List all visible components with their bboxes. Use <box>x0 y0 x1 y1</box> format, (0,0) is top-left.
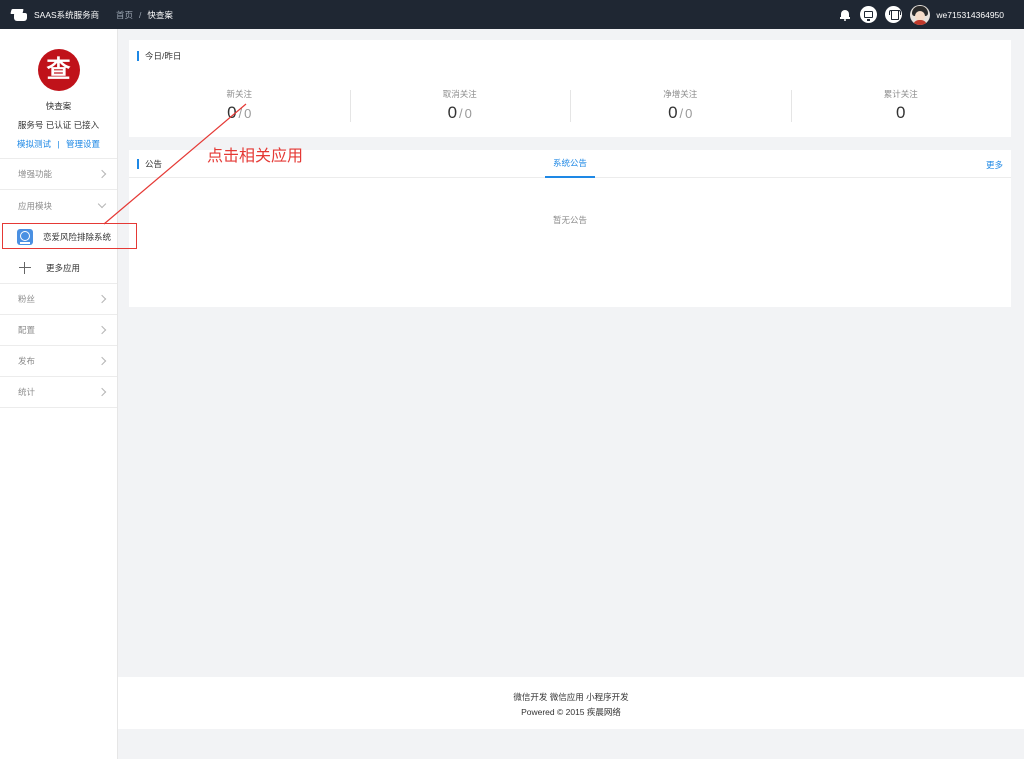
sidebar-more-apps[interactable]: 更多应用 <box>0 252 117 283</box>
stat-label: 累计关注 <box>883 89 918 99</box>
sidebar-item-config[interactable]: 配置 <box>0 315 117 346</box>
stat-unfollow: 取消关注 0/0 <box>349 88 571 132</box>
notice-empty-text: 暂无公告 <box>552 215 587 225</box>
chevron-right-icon <box>97 325 107 335</box>
stat-yesterday: 0 <box>244 106 252 121</box>
stats-card-title: 今日/昨日 <box>137 51 181 61</box>
sidebar-more-apps-label: 更多应用 <box>46 262 81 273</box>
sidebar-item-enhance[interactable]: 增强功能 <box>0 159 117 190</box>
stats-row: 新关注 0/0 取消关注 0/0 净增关注 0/0 累计关注 0 <box>129 88 1011 132</box>
stat-yesterday: 0 <box>685 106 693 121</box>
account-logo: 查 <box>37 49 80 91</box>
breadcrumb-current: 快查案 <box>147 9 173 20</box>
stat-value: 0/0 <box>350 103 571 124</box>
annotation-text: 点击相关应用 <box>207 146 304 165</box>
top-header: SAAS系统服务商 首页 / 快查案 we715314364950 <box>0 0 1024 29</box>
sidebar-item-label: 应用模块 <box>18 200 53 211</box>
stat-new-follow: 新关注 0/0 <box>129 88 350 132</box>
bell-icon[interactable] <box>839 9 851 21</box>
manage-settings-link[interactable]: 管理设置 <box>66 139 100 149</box>
account-status: 服务号 已认证 已接入 <box>17 120 100 130</box>
sidebar-item-label: 增强功能 <box>18 169 53 179</box>
stat-slash: / <box>459 106 463 121</box>
stat-value: 0 <box>791 103 1012 123</box>
stat-today: 0 <box>227 103 237 122</box>
sidebar-item-fans[interactable]: 粉丝 <box>0 284 117 315</box>
avatar[interactable] <box>910 4 931 25</box>
sidebar-item-modules[interactable]: 应用模块 <box>0 190 117 221</box>
stat-value: 0/0 <box>129 103 350 124</box>
account-name: 快查案 <box>45 101 72 111</box>
stat-slash: / <box>238 106 243 121</box>
monitor-button[interactable] <box>860 6 878 23</box>
annotation-highlight-box <box>2 223 137 249</box>
username[interactable]: we715314364950 <box>936 10 1004 20</box>
footer-links[interactable]: 微信开发 微信应用 小程序开发 <box>118 691 1024 703</box>
stat-value: 0/0 <box>570 103 791 124</box>
stat-slash: / <box>679 106 684 121</box>
sidebar-item-label: 配置 <box>18 325 36 335</box>
monitor-icon <box>864 11 874 21</box>
footer-copyright: Powered © 2015 疾晨网络 <box>521 707 621 717</box>
stat-today: 0 <box>668 103 678 122</box>
stats-card: 今日/昨日 新关注 0/0 取消关注 0/0 净增关注 0/0 累计关注 0 <box>129 40 1011 137</box>
plus-icon <box>19 261 31 274</box>
stat-label: 取消关注 <box>442 89 477 99</box>
notice-card-title: 公告 <box>137 159 162 169</box>
link-divider: | <box>57 139 60 149</box>
chevron-right-icon <box>97 356 107 366</box>
chevron-right-icon <box>97 387 107 397</box>
stat-today: 0 <box>447 103 458 122</box>
brand[interactable]: SAAS系统服务商 <box>0 8 116 22</box>
main-content: 今日/昨日 新关注 0/0 取消关注 0/0 净增关注 0/0 累计关注 0 公… <box>118 29 1024 759</box>
breadcrumb: 首页 / 快查案 <box>116 9 173 21</box>
sidebar: 查 快查案 服务号 已认证 已接入 模拟测试 | 管理设置 增强功能 应用模块 … <box>0 29 118 759</box>
account-panel: 查 快查案 服务号 已认证 已接入 模拟测试 | 管理设置 <box>0 29 117 158</box>
brand-name: SAAS系统服务商 <box>34 9 100 20</box>
shirt-button[interactable] <box>885 6 903 23</box>
sidebar-item-label: 统计 <box>18 387 36 397</box>
footer: 微信开发 微信应用 小程序开发 Powered © 2015 疾晨网络 <box>118 677 1024 729</box>
stat-yesterday: 0 <box>464 106 472 121</box>
stat-today: 0 <box>896 103 906 122</box>
chevron-down-icon <box>97 199 107 209</box>
shirt-icon <box>888 10 901 20</box>
stat-total-follow: 累计关注 0 <box>790 88 1012 132</box>
chevron-right-icon <box>97 294 107 304</box>
account-links: 模拟测试 | 管理设置 <box>0 138 117 150</box>
simulate-test-link[interactable]: 模拟测试 <box>17 139 51 149</box>
chevron-right-icon <box>97 169 107 179</box>
header-actions: we715314364950 <box>839 0 1004 29</box>
sidebar-item-stats[interactable]: 统计 <box>0 377 117 408</box>
stat-label: 新关注 <box>226 89 252 99</box>
sidebar-item-publish[interactable]: 发布 <box>0 346 117 377</box>
sidebar-item-label: 发布 <box>18 356 36 366</box>
brand-logo-icon <box>10 8 29 22</box>
breadcrumb-home[interactable]: 首页 <box>116 9 133 21</box>
tab-system-notice[interactable]: 系统公告 <box>545 150 595 178</box>
breadcrumb-separator: / <box>139 9 142 20</box>
notice-more-link[interactable]: 更多 <box>986 159 1003 171</box>
stat-net-follow: 净增关注 0/0 <box>570 88 791 132</box>
sidebar-item-label: 粉丝 <box>18 294 36 304</box>
sidebar-nav: 增强功能 应用模块 恋爱风险排除系统 更多应用 粉丝 配置 发布 统计 <box>0 158 117 408</box>
notice-card: 公告 系统公告 更多 暂无公告 <box>129 150 1011 307</box>
stat-label: 净增关注 <box>663 89 698 99</box>
